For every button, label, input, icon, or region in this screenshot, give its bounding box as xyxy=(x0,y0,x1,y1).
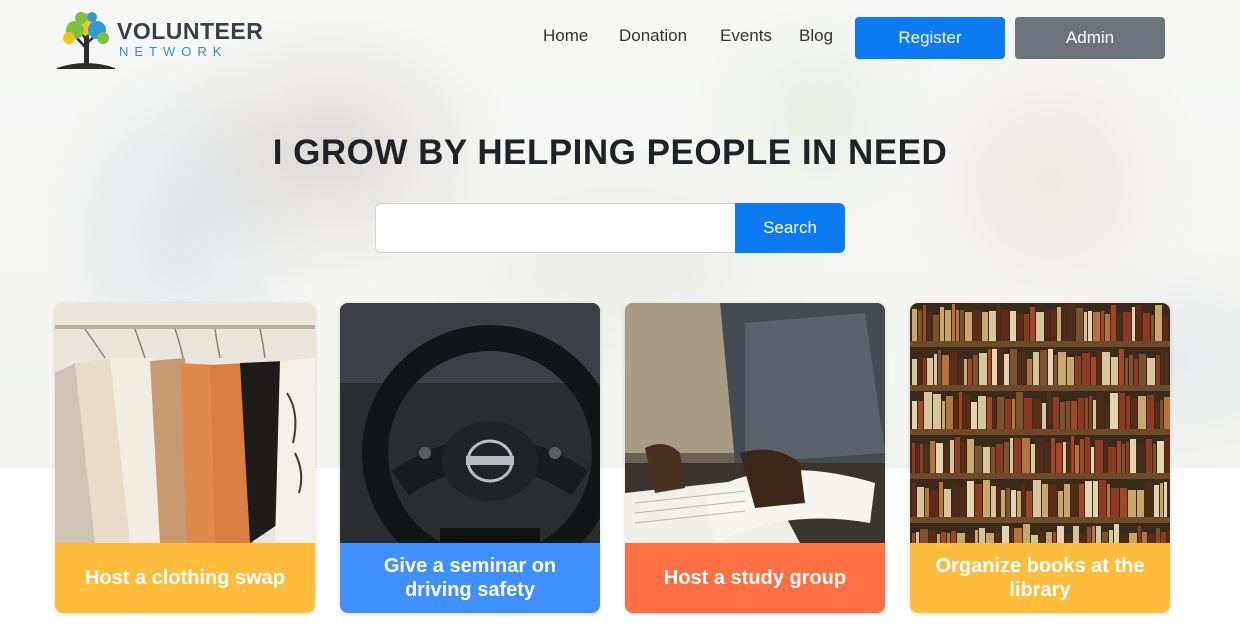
nav-blog-link[interactable]: Blog xyxy=(799,26,833,46)
admin-button[interactable]: Admin xyxy=(1015,17,1165,59)
event-card-title: Organize books at the library xyxy=(910,543,1170,613)
nav-home-link[interactable]: Home xyxy=(543,26,588,46)
search-input[interactable] xyxy=(375,203,737,253)
tree-logo-icon xyxy=(57,12,115,69)
brand-logo[interactable]: VOLUNTEER NETWORK xyxy=(55,8,265,70)
brand-name-bottom: NETWORK xyxy=(119,44,228,59)
event-card-driving-safety[interactable]: Give a seminar on driving safety xyxy=(340,303,600,613)
steering-wheel-image xyxy=(340,303,600,543)
library-shelves-image xyxy=(910,303,1170,543)
event-card-study-group[interactable]: Host a study group xyxy=(625,303,885,613)
event-card-title: Give a seminar on driving safety xyxy=(340,543,600,613)
register-button[interactable]: Register xyxy=(855,17,1005,59)
clothing-rack-image xyxy=(55,303,315,543)
study-books-image xyxy=(625,303,885,543)
event-card-clothing-swap[interactable]: Host a clothing swap xyxy=(55,303,315,613)
nav-events-link[interactable]: Events xyxy=(720,26,772,46)
hero-title: I GROW BY HELPING PEOPLE IN NEED xyxy=(272,133,948,172)
nav-donation-link[interactable]: Donation xyxy=(619,26,687,46)
event-card-title: Host a study group xyxy=(625,543,885,613)
event-card-library-books[interactable]: Organize books at the library xyxy=(910,303,1170,613)
event-card-title: Host a clothing swap xyxy=(55,543,315,613)
brand-name-top: VOLUNTEER xyxy=(117,18,264,44)
search-button[interactable]: Search xyxy=(735,203,845,253)
